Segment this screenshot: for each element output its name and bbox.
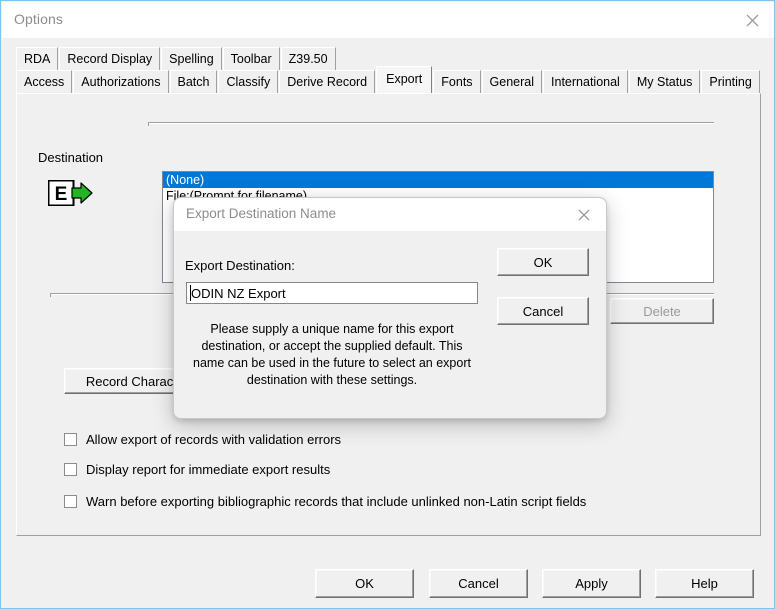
tab-row-bottom: Access Authorizations Batch Classify Der… [16, 66, 760, 93]
export-destination-input[interactable] [186, 282, 478, 304]
tab-record-display[interactable]: Record Display [59, 47, 161, 70]
list-item[interactable]: (None) [163, 172, 713, 188]
checkbox-display-report-immediate-export[interactable]: Display report for immediate export resu… [64, 460, 330, 478]
apply-button[interactable]: Apply [542, 569, 641, 598]
checkbox-box[interactable] [64, 432, 77, 446]
tab-classify[interactable]: Classify [218, 70, 279, 93]
text-caret [190, 285, 191, 301]
dialog-body: Export Destination: Please supply a uniq… [174, 231, 606, 418]
tab-general[interactable]: General [481, 70, 543, 93]
window-titlebar: Options [2, 2, 774, 38]
tab-derive-record[interactable]: Derive Record [279, 70, 376, 93]
tab-strip: RDA Record Display Spelling Toolbar Z39.… [16, 47, 761, 95]
dialog-ok-button[interactable]: OK [497, 248, 589, 276]
checkbox-warn-non-latin-script[interactable]: Warn before exporting bibliographic reco… [64, 492, 586, 510]
tab-row-top: RDA Record Display Spelling Toolbar Z39.… [16, 47, 336, 70]
svg-text:E: E [55, 184, 68, 205]
ok-button[interactable]: OK [315, 569, 414, 598]
checkbox-label: Allow export of records with validation … [86, 431, 342, 447]
cancel-button[interactable]: Cancel [429, 569, 528, 598]
options-window: Options RDA Record Display Spelling Tool… [0, 0, 775, 609]
delete-button[interactable]: Delete [610, 298, 714, 324]
dialog-titlebar: Export Destination Name [174, 198, 606, 231]
checkbox-box[interactable] [64, 462, 77, 476]
tab-z3950[interactable]: Z39.50 [280, 47, 336, 70]
window-title: Options [14, 11, 63, 27]
dialog-title: Export Destination Name [186, 206, 337, 221]
export-destination-label: Export Destination: [185, 258, 295, 273]
dialog-cancel-button[interactable]: Cancel [497, 297, 589, 325]
tab-export[interactable]: Export [376, 66, 433, 93]
export-destination-icon: E [47, 179, 93, 207]
checkbox-allow-export-validation-errors[interactable]: Allow export of records with validation … [64, 430, 341, 448]
tab-printing[interactable]: Printing [701, 70, 760, 93]
close-icon[interactable] [729, 2, 774, 38]
tab-toolbar[interactable]: Toolbar [222, 47, 280, 70]
tab-rda[interactable]: RDA [16, 47, 59, 70]
tab-batch[interactable]: Batch [169, 70, 218, 93]
tab-authorizations[interactable]: Authorizations [73, 70, 169, 93]
tab-international[interactable]: International [543, 70, 628, 93]
checkbox-box[interactable] [64, 494, 77, 508]
tab-my-status[interactable]: My Status [628, 70, 701, 93]
help-button[interactable]: Help [655, 569, 754, 598]
close-icon[interactable] [562, 198, 606, 231]
checkbox-label: Display report for immediate export resu… [86, 461, 331, 477]
dialog-help-text: Please supply a unique name for this exp… [193, 322, 471, 387]
checkbox-label: Warn before exporting bibliographic reco… [86, 493, 587, 509]
export-destination-name-dialog: Export Destination Name Export Destinati… [173, 197, 607, 419]
tab-access[interactable]: Access [16, 70, 73, 93]
destination-label: Destination [38, 150, 104, 165]
tab-fonts[interactable]: Fonts [433, 70, 481, 93]
destination-group-separator [148, 122, 714, 126]
tab-spelling[interactable]: Spelling [161, 47, 222, 70]
